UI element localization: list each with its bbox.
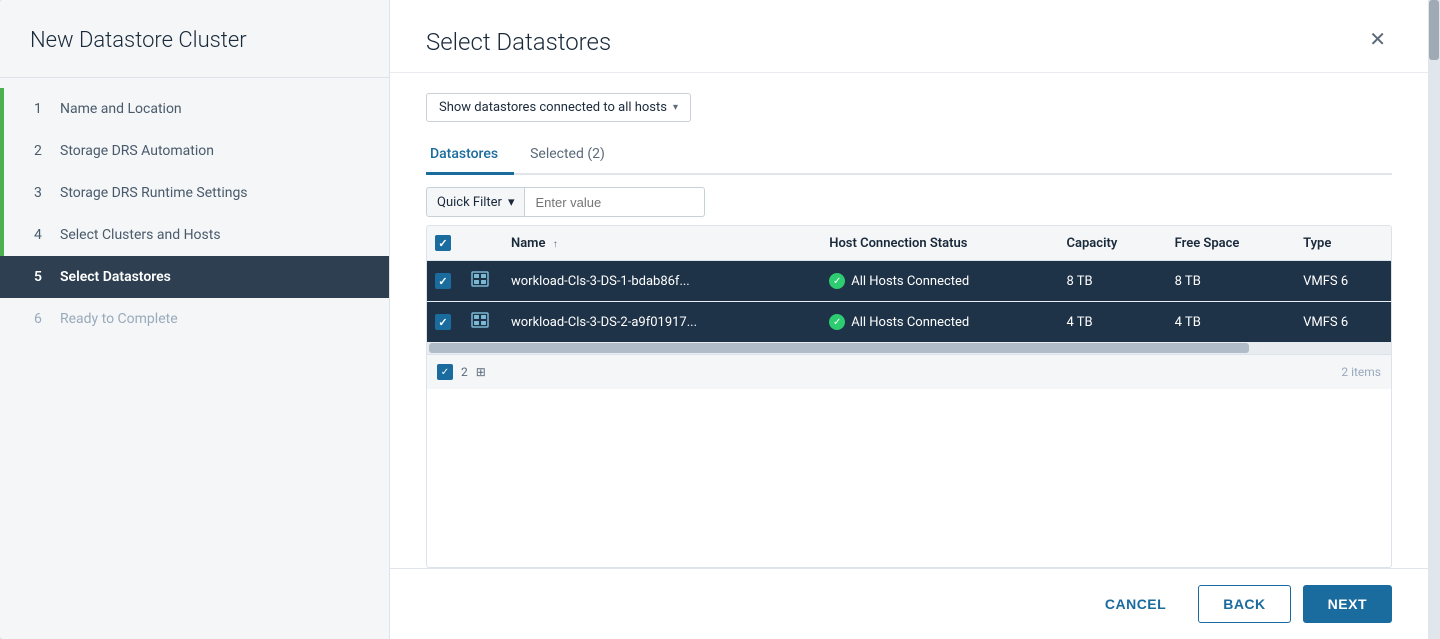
cancel-button[interactable]: CANCEL — [1085, 586, 1186, 622]
horizontal-scrollbar[interactable] — [427, 342, 1391, 354]
step-label: Select Clusters and Hosts — [60, 227, 221, 243]
sidebar: New Datastore Cluster 1 Name and Location… — [0, 0, 390, 639]
items-count: 2 items — [1341, 361, 1381, 383]
tab-bar: Datastores Selected (2) — [426, 138, 1392, 175]
step-label: Storage DRS Runtime Settings — [60, 185, 248, 201]
status-text: All Hosts Connected — [851, 274, 969, 289]
selected-count: 2 — [461, 365, 468, 379]
capacity-column-header: Capacity — [1055, 226, 1163, 261]
connected-status-icon: ✓ — [829, 273, 845, 289]
datastore-icon — [471, 312, 489, 328]
row-icon-cell — [467, 261, 499, 302]
tab-selected[interactable]: Selected (2) — [526, 138, 621, 175]
bottom-bar-left: 2 ⊞ — [437, 364, 486, 380]
row-free-space: 4 TB — [1163, 302, 1291, 343]
step-number: 5 — [34, 269, 50, 285]
back-button[interactable]: BACK — [1198, 585, 1290, 623]
row-name: workload-Cls-3-DS-1-bdab86f... — [499, 261, 817, 302]
table-header: Name ↑ Host Connection Status Capacity — [427, 226, 1391, 261]
row-free-space: 8 TB — [1163, 261, 1291, 302]
datastore-table: Name ↑ Host Connection Status Capacity — [427, 226, 1391, 342]
type-column-header: Type — [1291, 226, 1391, 261]
row-checkbox-cell — [427, 302, 467, 343]
row-icon-cell — [467, 302, 499, 343]
grid-icon: ⊞ — [476, 365, 486, 379]
main-header: Select Datastores ✕ — [390, 0, 1428, 73]
row-host-connection-status: ✓ All Hosts Connected — [817, 302, 1054, 343]
datastore-icon — [471, 271, 489, 287]
host-filter-dropdown[interactable]: Show datastores connected to all hosts ▾ — [426, 93, 691, 122]
chevron-down-icon: ▾ — [673, 102, 678, 113]
step-number: 4 — [34, 227, 50, 243]
vertical-scrollbar[interactable] — [1428, 0, 1440, 639]
main-area: Select Datastores ✕ Show datastores conn… — [390, 0, 1440, 639]
steps-nav: 1 Name and Location 2 Storage DRS Automatio… — [0, 78, 389, 350]
main-body: Show datastores connected to all hosts ▾… — [390, 73, 1428, 568]
step-label: Ready to Complete — [60, 311, 178, 327]
close-button[interactable]: ✕ — [1363, 28, 1392, 52]
row-type: VMFS 6 — [1291, 302, 1391, 343]
table-row: workload-Cls-3-DS-2-a9f01917... ✓ All Ho… — [427, 302, 1391, 343]
main-content: Select Datastores ✕ Show datastores conn… — [390, 0, 1428, 639]
table-bottom-bar: 2 ⊞ 2 items — [427, 354, 1391, 389]
bottom-checkbox[interactable] — [437, 364, 453, 380]
filter-dropdown-label: Show datastores connected to all hosts — [439, 100, 667, 115]
vertical-scrollbar-thumb — [1429, 0, 1439, 60]
table-row: workload-Cls-3-DS-1-bdab86f... ✓ All Hos… — [427, 261, 1391, 302]
new-datastore-cluster-dialog: New Datastore Cluster 1 Name and Location… — [0, 0, 1440, 639]
quick-filter-input[interactable] — [525, 187, 705, 217]
status-text: All Hosts Connected — [851, 315, 969, 330]
horizontal-scrollbar-thumb — [429, 343, 1249, 353]
connected-status-icon: ✓ — [829, 314, 845, 330]
row-capacity: 8 TB — [1055, 261, 1163, 302]
step-label: Storage DRS Automation — [60, 143, 214, 159]
quick-filter-label: Quick Filter — [437, 195, 502, 210]
dialog-body: New Datastore Cluster 1 Name and Location… — [0, 0, 1440, 639]
sidebar-step-2[interactable]: 2 Storage DRS Automation — [0, 130, 389, 172]
sidebar-step-1[interactable]: 1 Name and Location — [0, 88, 389, 130]
dialog-footer: CANCEL BACK NEXT — [390, 568, 1428, 639]
row-checkbox-1[interactable] — [435, 314, 451, 330]
step-number: 2 — [34, 143, 50, 159]
name-column-header[interactable]: Name ↑ — [499, 226, 817, 261]
row-checkbox-cell — [427, 261, 467, 302]
datastore-table-container: Name ↑ Host Connection Status Capacity — [426, 225, 1392, 568]
row-checkbox-0[interactable] — [435, 273, 451, 289]
host-connection-status-column-header: Host Connection Status — [817, 226, 1054, 261]
free-space-column-header: Free Space — [1163, 226, 1291, 261]
row-capacity: 4 TB — [1055, 302, 1163, 343]
table-body: workload-Cls-3-DS-1-bdab86f... ✓ All Hos… — [427, 261, 1391, 343]
dialog-title: New Datastore Cluster — [0, 0, 389, 78]
step-number: 3 — [34, 185, 50, 201]
quick-filter-select[interactable]: Quick Filter ▾ — [426, 187, 525, 217]
sidebar-step-6: 6 Ready to Complete — [0, 298, 389, 340]
select-all-column — [427, 226, 467, 261]
step-label: Select Datastores — [60, 269, 171, 285]
icon-column — [467, 226, 499, 261]
select-all-checkbox[interactable] — [435, 235, 451, 251]
tab-datastores[interactable]: Datastores — [426, 138, 514, 175]
page-title: Select Datastores — [426, 28, 611, 56]
next-button[interactable]: NEXT — [1303, 585, 1392, 623]
row-name: workload-Cls-3-DS-2-a9f01917... — [499, 302, 817, 343]
sidebar-step-4[interactable]: 4 Select Clusters and Hosts — [0, 214, 389, 256]
row-host-connection-status: ✓ All Hosts Connected — [817, 261, 1054, 302]
sidebar-step-5[interactable]: 5 Select Datastores — [0, 256, 389, 298]
quick-filter-row: Quick Filter ▾ — [426, 187, 1392, 217]
chevron-down-icon: ▾ — [508, 195, 515, 210]
step-number: 1 — [34, 101, 50, 117]
sort-asc-icon: ↑ — [553, 239, 558, 250]
row-type: VMFS 6 — [1291, 261, 1391, 302]
step-label: Name and Location — [60, 101, 182, 117]
step-number: 6 — [34, 311, 50, 327]
sidebar-step-3[interactable]: 3 Storage DRS Runtime Settings — [0, 172, 389, 214]
